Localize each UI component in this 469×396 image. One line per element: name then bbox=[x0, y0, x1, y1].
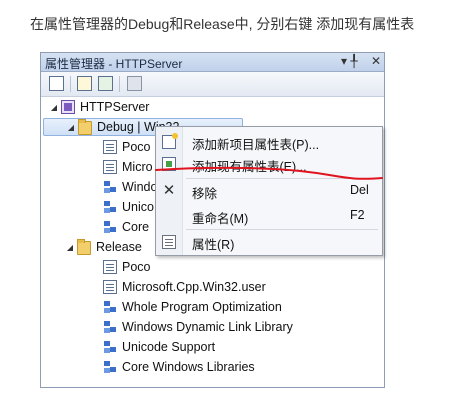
property-sheet-icon bbox=[103, 280, 117, 294]
system-sheet-icon bbox=[103, 320, 117, 334]
menu-separator bbox=[186, 178, 378, 179]
tree-item[interactable]: Unico bbox=[103, 198, 154, 216]
tree-item[interactable]: Unicode Support bbox=[103, 338, 215, 356]
system-sheet-icon bbox=[103, 180, 117, 194]
add-new-sheet-icon bbox=[162, 133, 178, 149]
project-label: HTTPServer bbox=[80, 100, 150, 114]
tree-item-label: Poco bbox=[122, 140, 151, 154]
collapse-arrow-icon[interactable]: ◢ bbox=[66, 123, 76, 132]
system-sheet-icon bbox=[103, 360, 117, 374]
properties-icon bbox=[162, 235, 176, 249]
tree-item[interactable]: Core bbox=[103, 218, 149, 236]
menu-separator bbox=[186, 229, 378, 230]
toolbar-separator bbox=[70, 76, 71, 92]
add-new-sheet-icon[interactable] bbox=[77, 76, 92, 91]
tree-item[interactable]: Poco bbox=[103, 138, 151, 156]
tree-item[interactable]: Windows Dynamic Link Library bbox=[103, 318, 293, 336]
add-existing-sheet-icon[interactable] bbox=[98, 76, 113, 91]
release-config-label: Release bbox=[96, 240, 142, 254]
save-icon[interactable] bbox=[127, 76, 142, 91]
property-sheet-icon bbox=[103, 160, 117, 174]
system-sheet-icon bbox=[103, 340, 117, 354]
tree-item[interactable]: Whole Program Optimization bbox=[103, 298, 282, 316]
property-sheet-icon bbox=[103, 140, 117, 154]
tree-item-label: Micro bbox=[122, 160, 153, 174]
tree-item-label: Whole Program Optimization bbox=[122, 300, 282, 314]
menu-item-rename[interactable]: 重命名(M) F2 bbox=[156, 205, 382, 227]
tree-item-label: Windows Dynamic Link Library bbox=[122, 320, 293, 334]
folder-icon bbox=[77, 239, 91, 255]
tree-item-label: Core bbox=[122, 220, 150, 234]
tree-item[interactable]: Microsoft.Cpp.Win32.user bbox=[103, 278, 266, 296]
system-sheet-icon bbox=[103, 300, 117, 314]
tree-item[interactable]: Poco bbox=[103, 258, 151, 276]
close-icon[interactable]: ✕ bbox=[371, 54, 381, 68]
folder-icon bbox=[78, 119, 92, 135]
panel-title: 属性管理器 - HTTPServer bbox=[45, 57, 183, 71]
add-existing-sheet-icon bbox=[162, 157, 176, 171]
tree-item[interactable]: Core Windows Libraries bbox=[103, 358, 255, 376]
properties-icon[interactable] bbox=[49, 76, 64, 91]
tree-item-label: Core Windows Libraries bbox=[122, 360, 255, 374]
collapse-arrow-icon[interactable]: ◢ bbox=[49, 103, 59, 112]
tree-item-label: Microsoft.Cpp.Win32.user bbox=[122, 280, 266, 294]
collapse-arrow-icon[interactable]: ◢ bbox=[65, 243, 75, 252]
menu-item-label: 添加新项目属性表(P)... bbox=[192, 138, 320, 152]
panel-titlebar: 属性管理器 - HTTPServer ▾ ╀ ✕ bbox=[41, 53, 384, 72]
system-sheet-icon bbox=[103, 200, 117, 214]
tree-release-node[interactable]: ◢ Release bbox=[65, 238, 142, 256]
menu-item-label: 移除 bbox=[192, 187, 218, 201]
project-icon bbox=[61, 100, 75, 114]
menu-item-shortcut: Del bbox=[350, 183, 369, 197]
tree-item-label: Poco bbox=[122, 260, 151, 274]
menu-item-label: 属性(R) bbox=[192, 238, 235, 252]
system-sheet-icon bbox=[103, 220, 117, 234]
remove-x-icon: ✕ bbox=[162, 182, 176, 199]
tree-project-node[interactable]: ◢ HTTPServer bbox=[49, 98, 149, 116]
tree-item[interactable]: Micro bbox=[103, 158, 153, 176]
pin-icon[interactable]: ▾ ╀ bbox=[341, 54, 358, 68]
tree-item[interactable]: Windo bbox=[103, 178, 157, 196]
menu-item-shortcut: F2 bbox=[350, 208, 365, 222]
panel-toolbar bbox=[41, 72, 384, 97]
menu-item-label: 添加现有属性表(E)... bbox=[192, 160, 307, 174]
tree-item-label: Unicode Support bbox=[122, 340, 216, 354]
menu-item-properties[interactable]: 属性(R) bbox=[156, 231, 382, 253]
menu-item-remove[interactable]: ✕ 移除 Del bbox=[156, 180, 382, 202]
menu-item-add-existing-property-sheet[interactable]: 添加现有属性表(E)... bbox=[156, 153, 382, 175]
menu-item-label: 重命名(M) bbox=[192, 212, 249, 226]
tree-item-label: Windo bbox=[122, 180, 158, 194]
context-menu: 添加新项目属性表(P)... 添加现有属性表(E)... ✕ 移除 Del 重命… bbox=[155, 126, 383, 256]
property-sheet-icon bbox=[103, 260, 117, 274]
tree-item-label: Unico bbox=[122, 200, 154, 214]
menu-item-add-new-property-sheet[interactable]: 添加新项目属性表(P)... bbox=[156, 131, 382, 153]
instruction-caption: 在属性管理器的Debug和Release中, 分别右键 添加现有属性表 bbox=[30, 16, 415, 32]
toolbar-separator bbox=[119, 76, 120, 92]
